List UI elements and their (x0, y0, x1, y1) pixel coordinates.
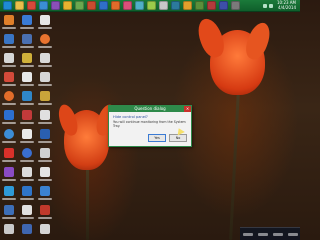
strip-item[interactable] (242, 232, 253, 236)
app-icon[interactable] (159, 1, 168, 10)
desktop-icon[interactable] (20, 129, 34, 145)
taskbar: 10:23 AM 4/4/2014 (0, 0, 300, 12)
desktop-icon[interactable] (20, 34, 34, 50)
desktop-icon[interactable] (38, 167, 52, 183)
app-icon[interactable] (87, 1, 96, 10)
media-icon[interactable] (51, 1, 60, 10)
desktop-icon[interactable] (38, 224, 51, 240)
clock[interactable]: 10:23 AM 4/4/2014 (277, 0, 296, 10)
app-icon[interactable] (147, 1, 156, 10)
desktop-icon[interactable] (2, 110, 16, 126)
desktop-icon[interactable] (38, 205, 52, 221)
desktop-icon[interactable] (20, 205, 34, 221)
app-icon[interactable] (111, 1, 120, 10)
desktop-icon[interactable] (20, 186, 34, 202)
desktop-icon[interactable] (38, 129, 52, 145)
desktop-icon[interactable] (2, 167, 16, 183)
desktop-icon[interactable] (2, 15, 16, 31)
desktop-icon[interactable] (2, 53, 16, 69)
desktop-icon[interactable] (38, 72, 52, 88)
folder-icon[interactable] (15, 1, 24, 10)
chrome-icon[interactable] (63, 1, 72, 10)
app-icon[interactable] (219, 1, 228, 10)
clock-date: 4/4/2014 (278, 4, 296, 10)
desktop-icon[interactable] (2, 205, 16, 221)
app-icon[interactable] (135, 1, 144, 10)
settings-icon[interactable] (75, 1, 84, 10)
desktop-icon[interactable] (2, 129, 16, 145)
dialog-message-sub: You will continue monitoring from the Sy… (113, 120, 186, 128)
desktop-icon[interactable] (38, 186, 52, 202)
desktop-icon[interactable] (20, 15, 34, 31)
desktop-icon[interactable] (2, 224, 15, 240)
desktop-icon[interactable] (2, 186, 16, 202)
app-icon[interactable] (195, 1, 204, 10)
dialog-title: Question dialog (134, 106, 166, 111)
desktop-icon[interactable] (2, 148, 16, 164)
app-icon[interactable] (123, 1, 132, 10)
app-icon[interactable] (183, 1, 192, 10)
dialog-titlebar[interactable]: Question dialog × (109, 106, 191, 112)
desktop-icon[interactable] (2, 72, 16, 88)
desktop-icon[interactable] (20, 72, 34, 88)
app-icon[interactable] (207, 1, 216, 10)
desktop-icon[interactable] (38, 148, 52, 164)
start-icon[interactable] (3, 1, 12, 10)
desktop-icon[interactable] (20, 224, 33, 240)
strip-item[interactable] (287, 232, 298, 236)
yes-button[interactable]: Yes (148, 134, 166, 142)
desktop-icon[interactable] (38, 53, 52, 69)
close-icon[interactable]: × (184, 106, 191, 112)
app-icon[interactable] (171, 1, 180, 10)
flower-stem (229, 90, 240, 240)
notification-strip (240, 227, 300, 240)
desktop-icon[interactable] (2, 91, 16, 107)
desktop-icon[interactable] (20, 53, 34, 69)
volume-icon[interactable] (269, 3, 273, 8)
flower-stem (86, 165, 89, 240)
dialog-message-main: Hide control panel? (113, 115, 148, 119)
desktop-icon[interactable] (20, 110, 34, 126)
app-icon[interactable] (231, 1, 240, 10)
app-icon[interactable] (99, 1, 108, 10)
desktop-icon[interactable] (38, 34, 52, 50)
desktop-icon[interactable] (38, 15, 52, 31)
system-tray: 10:23 AM 4/4/2014 (263, 0, 296, 11)
desktop-icon[interactable] (2, 34, 16, 50)
question-dialog: Question dialog × Hide control panel? Yo… (108, 105, 192, 147)
flower-petal (242, 19, 274, 63)
network-icon[interactable] (263, 3, 267, 8)
browser-icon[interactable] (39, 1, 48, 10)
desktop-icon[interactable] (20, 148, 34, 164)
desktop-icon[interactable] (38, 91, 52, 107)
desktop-icon[interactable] (38, 110, 52, 126)
desktop-icon[interactable] (20, 91, 34, 107)
strip-item[interactable] (272, 232, 283, 236)
desktop-icon[interactable] (20, 167, 34, 183)
app-icon[interactable] (27, 1, 36, 10)
strip-item[interactable] (257, 232, 268, 236)
